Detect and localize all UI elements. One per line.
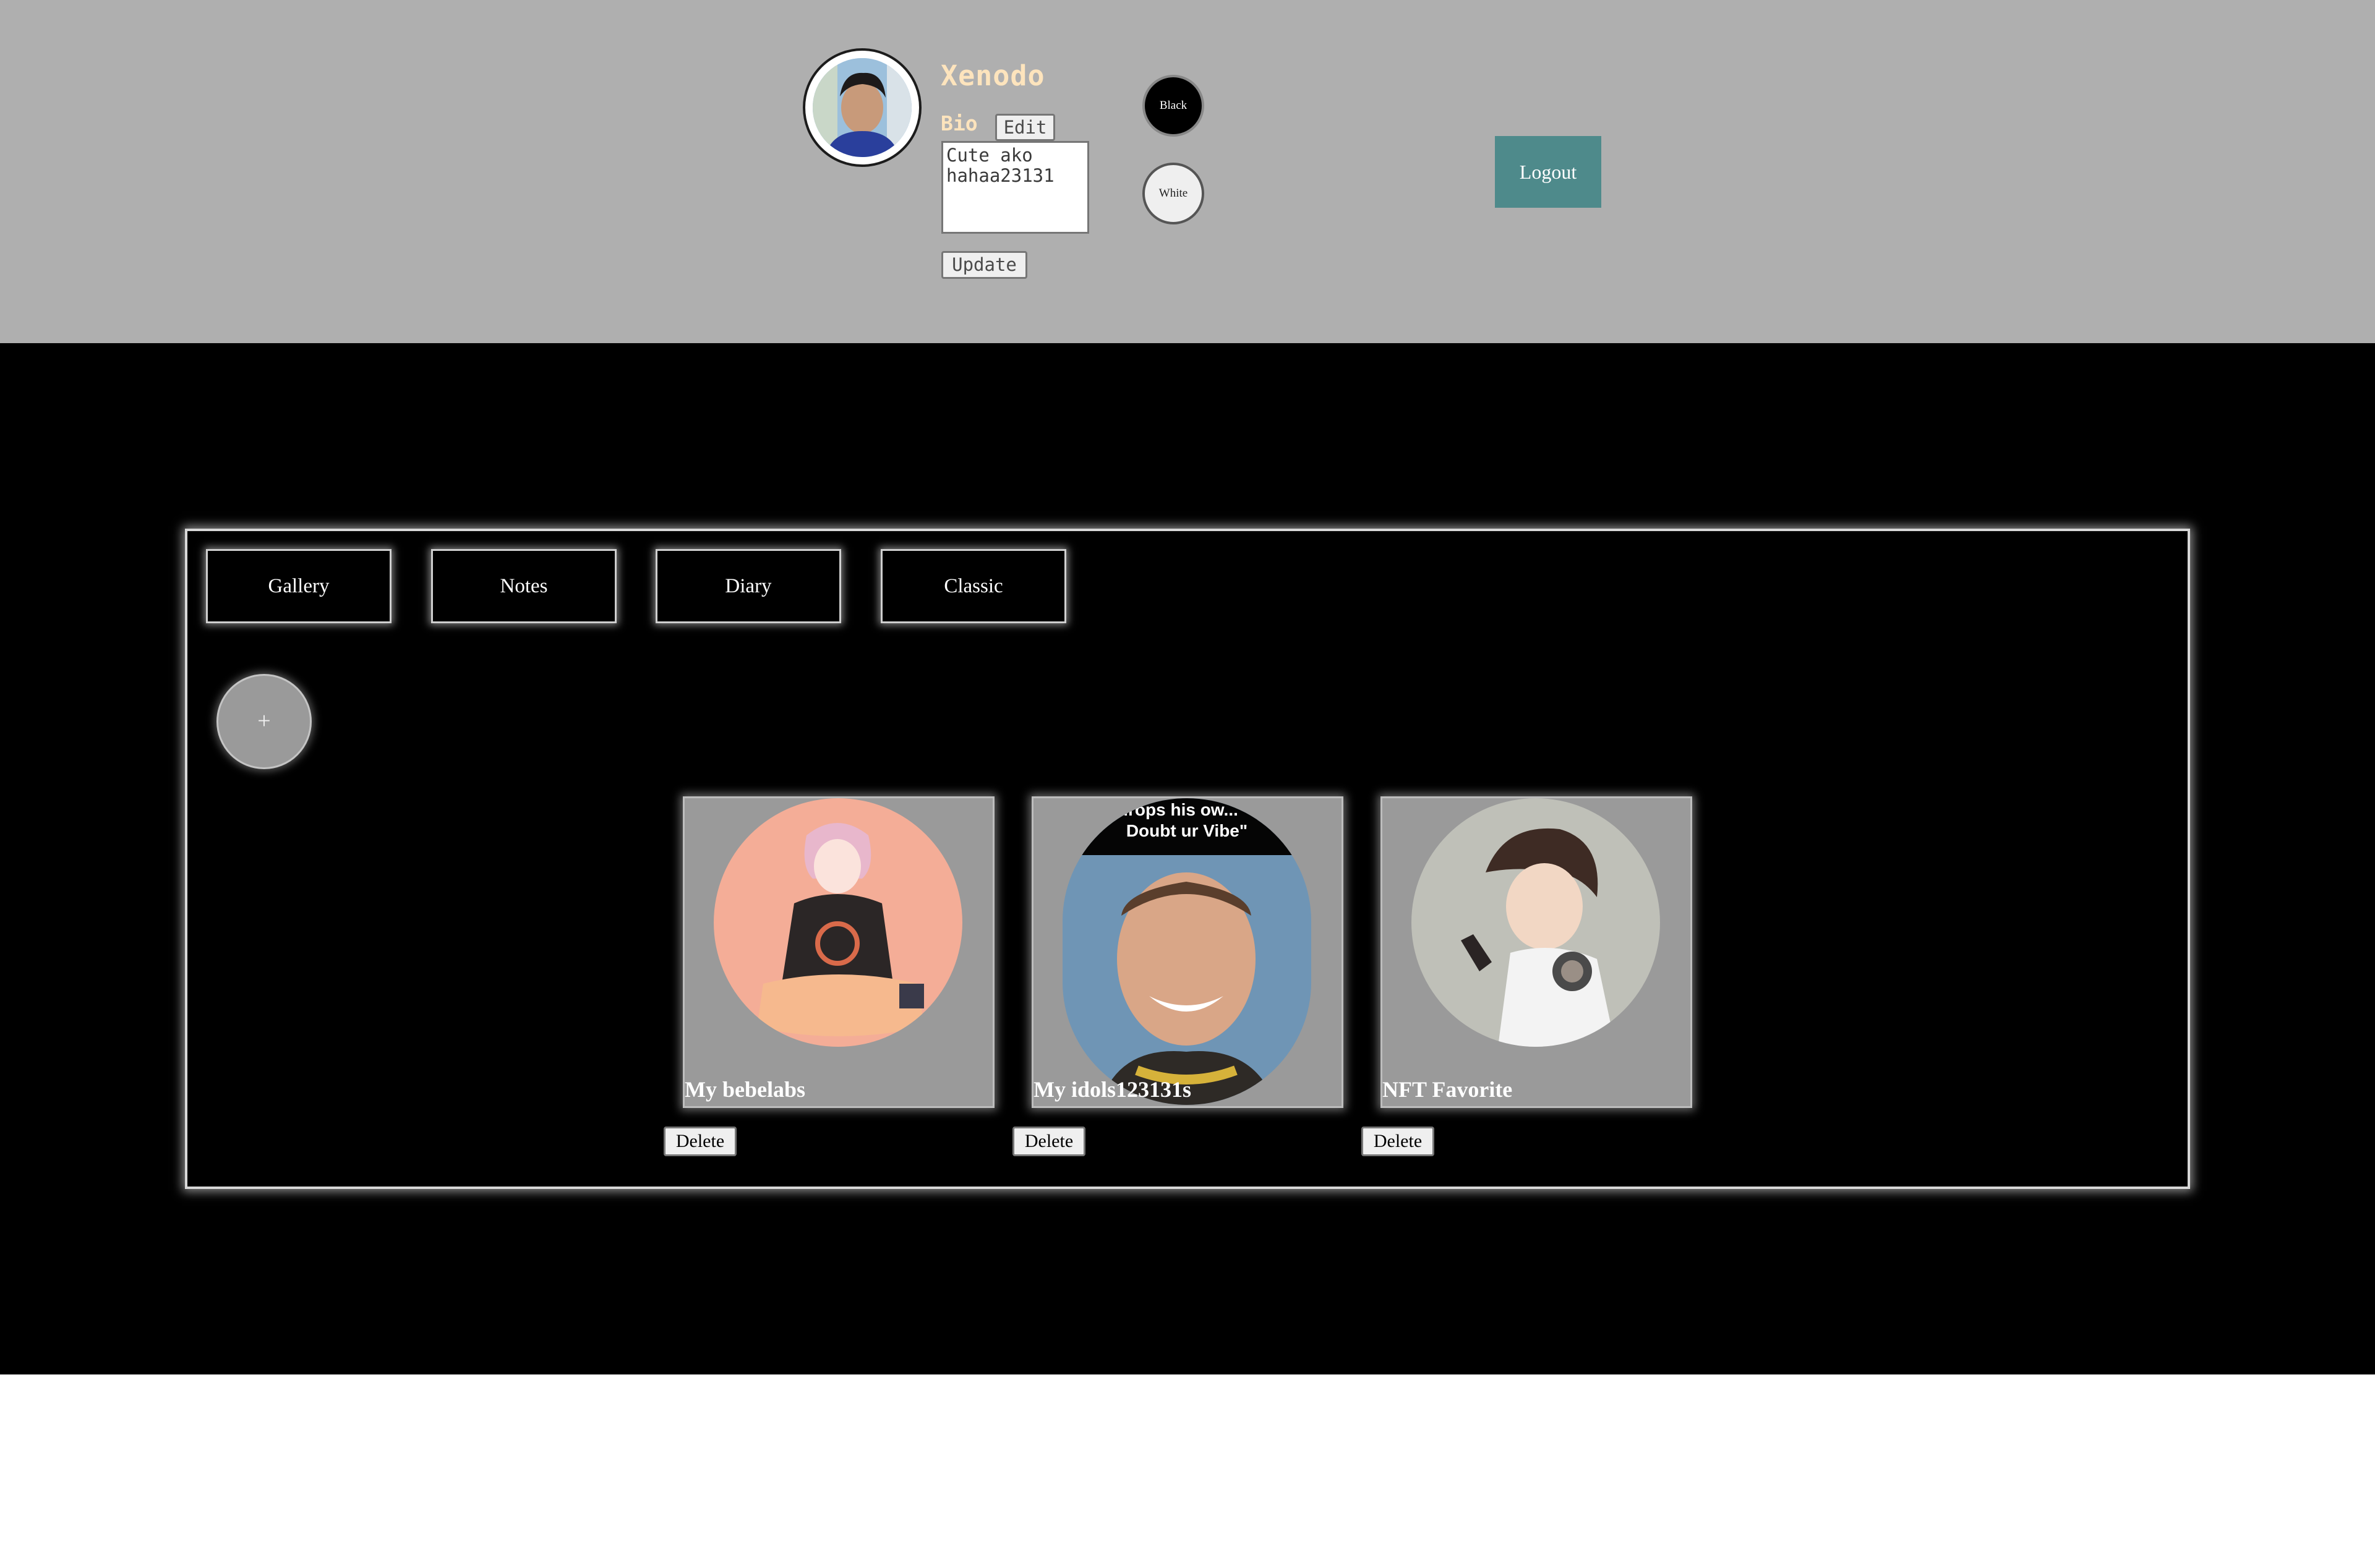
album-title: My idols123131s (1033, 1077, 1192, 1102)
album-card[interactable]: My bebelabs (683, 796, 995, 1108)
bio-label: Bio (941, 111, 978, 135)
username: Xenodo (941, 59, 1045, 92)
tab-notes[interactable]: Notes (431, 549, 617, 623)
album-cover-image (714, 798, 962, 1047)
album-title: My bebelabs (685, 1077, 806, 1102)
delete-album-button[interactable]: Delete (1361, 1127, 1434, 1156)
album-cover-image (1411, 798, 1660, 1047)
tab-gallery[interactable]: Gallery (206, 549, 392, 623)
album-card[interactable]: ...sk drops his ow... "Don't Doubt ur Vi… (1032, 796, 1343, 1108)
tab-diary[interactable]: Diary (656, 549, 841, 623)
edit-bio-button[interactable]: Edit (995, 114, 1055, 141)
delete-album-button[interactable]: Delete (664, 1127, 737, 1156)
album-cover-image: ...sk drops his ow... "Don't Doubt ur Vi… (1063, 798, 1311, 1105)
bio-textarea[interactable]: Cute ako hahaa23131 (941, 141, 1089, 234)
avatar[interactable] (803, 48, 922, 167)
theme-black-button[interactable]: Black (1142, 75, 1204, 137)
cover-caption: ...sk drops his ow... "Don't Doubt ur Vi… (1079, 800, 1295, 840)
profile-photo (813, 58, 912, 157)
album-title: NFT Favorite (1382, 1077, 1513, 1102)
theme-white-button[interactable]: White (1142, 163, 1204, 224)
album-card[interactable]: NFT Favorite (1380, 796, 1692, 1108)
delete-album-button[interactable]: Delete (1012, 1127, 1085, 1156)
add-album-button[interactable]: + (216, 674, 312, 769)
logout-button[interactable]: Logout (1495, 136, 1601, 208)
tab-classic[interactable]: Classic (881, 549, 1066, 623)
update-bio-button[interactable]: Update (941, 251, 1027, 279)
